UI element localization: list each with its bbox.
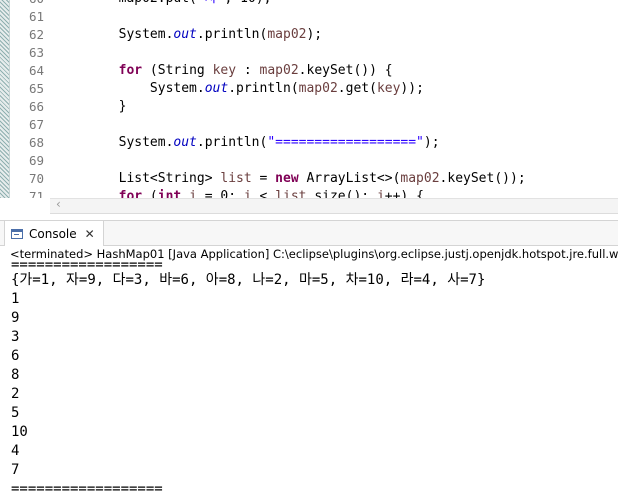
console-tab-label: Console (29, 226, 77, 241)
code-line: 60 map02.put("차", 10); (0, 0, 618, 8)
console-output-line: 10 (11, 424, 28, 440)
code-line: 61 (0, 8, 618, 26)
line-number: 71 (28, 189, 44, 198)
code-line: 65 System.out.println(map02.get(key)); (0, 80, 618, 98)
line-number: 66 (28, 99, 44, 114)
console-output-line: 6 (11, 348, 20, 364)
line-number: 67 (28, 117, 44, 132)
line-number: 65 (28, 81, 44, 96)
console-output-line: 2 (11, 386, 20, 402)
line-number: 62 (28, 27, 44, 42)
code-line: 71 for (int i = 0; i < list.size(); i++)… (0, 188, 618, 198)
code-line: 68 System.out.println("=================… (0, 134, 618, 152)
console-output-line: 3 (11, 329, 20, 345)
console-output-line: {가=1, 자=9, 다=3, 바=6, 아=8, 나=2, 마=5, 차=10… (11, 272, 486, 288)
line-number: 60 (14, 0, 44, 8)
line-number: 68 (28, 135, 44, 150)
console-output-line: 5 (11, 405, 20, 421)
line-number: 61 (28, 9, 44, 24)
code-text: map02.put("차", 10); (56, 0, 272, 8)
code-line: 67 (0, 116, 618, 134)
code-line: 66 } (0, 98, 618, 116)
console-output-line: 4 (11, 443, 20, 459)
code-text: } (56, 99, 127, 114)
code-lines: 60 map02.put("차", 10);6162 System.out.pr… (0, 0, 618, 198)
line-number: 70 (28, 171, 44, 186)
console-tab-bar: Console ✕ (0, 220, 618, 246)
code-line: 63 (0, 44, 618, 62)
code-line: 70 List<String> list = new ArrayList<>(m… (0, 170, 618, 188)
console-output-line: 1 (11, 291, 20, 307)
close-icon[interactable]: ✕ (85, 227, 95, 241)
code-text: System.out.println("==================")… (56, 135, 440, 150)
code-line: 62 System.out.println(map02); (0, 26, 618, 44)
code-text: System.out.println(map02); (56, 27, 323, 42)
code-text: for (String key : map02.keySet()) { (118, 63, 393, 78)
console-output[interactable]: ================== {가=1, 자=9, 다=3, 바=6, 아… (11, 257, 611, 499)
tab-console[interactable]: Console ✕ (4, 221, 104, 246)
scroll-left-icon[interactable]: ‹ (56, 197, 61, 211)
line-number: 63 (28, 45, 44, 60)
editor-horizontal-scrollbar[interactable]: ‹ (50, 197, 618, 214)
console-output-line: ================== (11, 257, 163, 273)
console-output-line: 7 (11, 462, 20, 478)
eclipse-window: 60 map02.put("차", 10);6162 System.out.pr… (0, 0, 618, 502)
code-text: List<String> list = new ArrayList<>(map0… (56, 171, 526, 186)
console-output-line: 9 (11, 310, 20, 326)
console-output-line: 8 (11, 367, 20, 383)
code-editor[interactable]: 60 map02.put("차", 10);6162 System.out.pr… (0, 0, 618, 198)
line-number: 69 (28, 153, 44, 168)
code-line: 69 (0, 152, 618, 170)
console-icon (11, 228, 23, 239)
code-line: 64 for (String key : map02.keySet()) { (0, 62, 618, 80)
line-number: 64 (28, 63, 44, 78)
console-output-line: ================== (11, 481, 163, 497)
code-text: System.out.println(map02.get(key)); (56, 81, 424, 96)
code-text: for (int i = 0; i < list.size(); i++) { (118, 189, 424, 198)
